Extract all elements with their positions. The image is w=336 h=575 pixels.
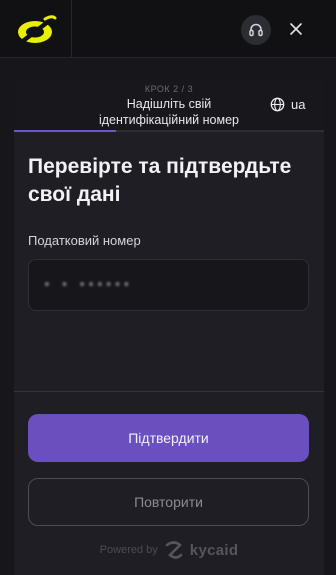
language-switcher[interactable]: ua — [270, 97, 305, 112]
step-progress-fill — [14, 130, 117, 132]
support-button[interactable] — [241, 15, 271, 45]
retry-button[interactable]: Повторити — [28, 478, 309, 526]
tax-number-input[interactable]: • • •••••• — [28, 259, 309, 311]
tax-number-value: • • •••••• — [43, 277, 132, 293]
confirm-button[interactable]: Підтвердити — [28, 414, 309, 462]
step-title: Надішліть свій ідентифікаційний номер — [98, 97, 239, 127]
powered-by-brand: kycaid — [189, 541, 239, 559]
logo-tile[interactable] — [0, 0, 72, 58]
step-counter: КРОК 2 / 3 — [144, 84, 194, 94]
globe-icon — [270, 97, 285, 112]
close-icon — [290, 23, 302, 35]
kycaid-logo-icon — [165, 541, 183, 559]
divider — [14, 391, 324, 392]
powered-by-label: Powered by — [99, 544, 158, 556]
step-progress — [14, 130, 324, 132]
top-bar — [0, 0, 336, 58]
close-button[interactable] — [284, 15, 308, 43]
tax-number-label: Податковий номер — [28, 233, 141, 248]
verification-panel: КРОК 2 / 3 Надішліть свій ідентифікаційн… — [14, 80, 324, 575]
powered-by: Powered by kycaid — [14, 541, 324, 559]
brand-logo-icon — [18, 15, 57, 44]
step-header: КРОК 2 / 3 Надішліть свій ідентифікаційн… — [14, 80, 324, 132]
headset-icon — [249, 23, 263, 37]
page-title: Перевірте та підтвердьте свої дані — [28, 155, 292, 206]
language-code: ua — [291, 97, 306, 112]
